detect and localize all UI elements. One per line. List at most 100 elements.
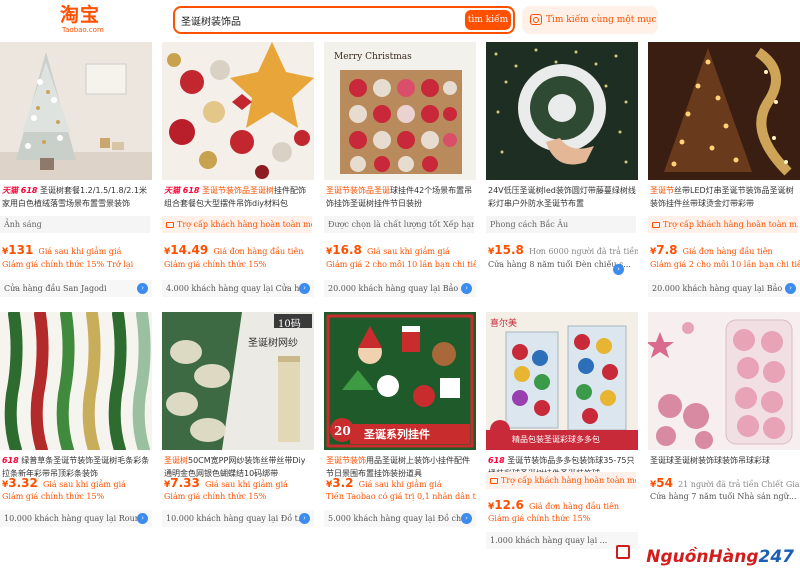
shop-name: 10.000 khách hàng quay lại Rour... <box>4 514 146 523</box>
title-highlight: 圣诞节装饰品圣诞树 <box>202 186 275 195</box>
shop-info[interactable]: Cửa hàng 7 năm tuổi Nhà sản ngữ... <box>650 492 800 506</box>
tmall-618-tag: 天猫 618 <box>164 186 200 195</box>
618-tag: 618 <box>2 456 19 465</box>
shop-link[interactable]: 5.000 khách hàng quay lại Đồ ch... › <box>324 510 476 527</box>
product-image[interactable] <box>648 42 800 180</box>
shop-link[interactable]: 10.000 khách hàng quay lại Rour... › <box>0 510 152 527</box>
promo-text: Giảm giá chính thức 15% <box>164 260 267 269</box>
price-row: ¥15.8 Hơn 6000 người đã trả tiền <box>488 239 638 257</box>
product-badge: Trợ cấp khách hàng hoàn toàn m... <box>648 216 798 233</box>
price-row: ¥12.6 Giá đơn hàng đầu tiên <box>488 494 638 512</box>
price-row: ¥54 21 người đã trả tiền Chiết Giang <box>650 472 800 490</box>
taobao-logo[interactable]: 淘宝 Taobao.com <box>60 4 110 36</box>
product-image[interactable]: 10码 圣诞树网纱 <box>162 312 314 450</box>
promo-text: Giảm giá chính thức 15% <box>2 492 105 501</box>
title-highlight: 圣诞树 <box>164 456 188 465</box>
promo-text: Giảm giá chính thức 15% <box>488 514 591 523</box>
ticket-icon <box>166 222 174 228</box>
product-card[interactable]: 天猫 618 圣诞树套餐1.2/1.5/1.8/2.1米家用白色植绒落雪场景布置… <box>0 42 152 304</box>
product-grid: 天猫 618 圣诞树套餐1.2/1.5/1.8/2.1米家用白色植绒落雪场景布置… <box>0 42 800 571</box>
price-note: Giá sau khi giảm giá <box>38 247 122 256</box>
promo-text: Tiền Taobao có giá trị 0,1 nhân dân tệ <box>326 492 476 501</box>
price: ¥15.8 <box>488 243 524 257</box>
shop-link[interactable]: 4.000 khách hàng quay lại Cửa h... › <box>162 280 314 297</box>
price-row: ¥3.2 Giá sau khi giảm giá <box>326 472 476 490</box>
promo-text: Giảm giá 2 cho mỗi 10 lần bạn chi tiêu <box>326 260 476 269</box>
product-title[interactable]: 天猫 618 圣诞树套餐1.2/1.5/1.8/2.1米家用白色植绒落雪场景布置… <box>2 184 150 210</box>
product-title[interactable]: 24V低压圣诞树led装饰圆灯带藤蔓绿树线彩灯串户外防水圣诞节布置 <box>488 184 636 210</box>
product-card[interactable]: 圣诞节丝带LED灯串圣诞节装饰品圣诞树装饰挂件丝带球烫金灯带彩带 Trợ cấp… <box>648 42 800 304</box>
product-image[interactable] <box>0 42 152 180</box>
product-image[interactable]: 圣诞系列挂件 20 <box>324 312 476 450</box>
image-caption: Merry Christmas <box>334 52 412 62</box>
product-image[interactable] <box>0 312 152 450</box>
price: ¥7.8 <box>650 243 678 257</box>
price: ¥3.2 <box>326 476 354 490</box>
chevron-right-icon: › <box>137 513 148 524</box>
image-search-button[interactable]: Tìm kiếm cùng một mục <box>522 6 658 34</box>
product-image[interactable] <box>648 312 800 450</box>
product-card[interactable]: 喜尔美 精品包装圣诞彩球多多包 618 圣诞节装饰品多多包装饰球35-75只桶装… <box>486 312 638 571</box>
image-search-label: Tìm kiếm cùng một mục <box>546 15 657 25</box>
promo-text: Giảm giá 2 cho mỗi 10 lần bạn chi tiêu <box>650 260 800 269</box>
price: ¥16.8 <box>326 243 362 257</box>
title-highlight: 圣诞节装饰品圣诞 <box>326 186 390 195</box>
price-note: Giá đơn hàng đầu tiên <box>528 502 619 511</box>
image-banner: 圣诞系列挂件 <box>364 428 430 441</box>
product-image[interactable]: Merry Christmas <box>324 42 476 180</box>
price-row: ¥7.8 Giá đơn hàng đầu tiên <box>650 239 800 257</box>
price-row: ¥3.32 Giá sau khi giảm giá <box>2 472 152 490</box>
shop-name: 5.000 khách hàng quay lại Đồ ch... <box>328 514 469 523</box>
shop-link[interactable]: 20.000 khách hàng quay lại Bảo ... › <box>324 280 476 297</box>
product-title[interactable]: 天猫 618 圣诞节装饰品圣诞树挂件配饰组合套餐包大型摆件吊饰diy材料包 <box>164 184 312 210</box>
image-count: 20 <box>334 424 351 438</box>
product-title[interactable]: 圣诞节丝带LED灯串圣诞节装饰品圣诞树装饰挂件丝带球烫金灯带彩带 <box>650 184 798 210</box>
product-badge: Phong cách Bắc Âu <box>486 216 636 233</box>
tmall-618-tag: 天猫 618 <box>2 186 38 195</box>
shop-link[interactable]: 10.000 khách hàng quay lại Đồ t... › <box>162 510 314 527</box>
shop-link[interactable]: Cửa hàng đầu San Jagodi › <box>0 280 152 297</box>
image-bottom-text: 精品包装圣诞彩球多多包 <box>512 435 600 444</box>
search-button[interactable]: tìm kiếm <box>465 10 511 30</box>
product-image[interactable]: 喜尔美 精品包装圣诞彩球多多包 <box>486 312 638 450</box>
product-card[interactable]: 圣诞球圣诞树装饰球装饰吊球彩球 ¥54 21 người đã trả tiền… <box>648 312 800 571</box>
price-row: ¥16.8 Giá sau khi giảm giá <box>326 239 476 257</box>
product-card[interactable]: 618 绿普草条圣诞节装饰圣诞树毛条彩条拉条新年彩带吊顶彩条装饰 ¥3.32 G… <box>0 312 152 571</box>
product-card[interactable]: 圣诞系列挂件 20 圣诞节装饰用品圣诞树上装饰小挂件配件节日景围布置挂饰装扮道具… <box>324 312 476 571</box>
product-image[interactable] <box>162 42 314 180</box>
shop-name: 20.000 khách hàng quay lại Bảo ... <box>652 284 793 293</box>
price-row: ¥7.33 Giá sau khi giảm giá <box>164 472 314 490</box>
chevron-right-icon: › <box>137 283 148 294</box>
price-note: Giá sau khi giảm giá <box>204 480 288 489</box>
chevron-right-icon[interactable]: › <box>613 264 624 275</box>
product-badge: Trợ cấp khách hàng hoàn toàn mới <box>162 216 312 233</box>
product-title[interactable]: 圣诞节装饰品圣诞球挂件42个场景布置吊饰挂饰圣诞树挂件节日装扮 <box>326 184 474 210</box>
price-note: Giá sau khi giảm giá <box>366 247 450 256</box>
product-card[interactable]: 天猫 618 圣诞节装饰品圣诞树挂件配饰组合套餐包大型摆件吊饰diy材料包 Tr… <box>162 42 314 304</box>
chevron-right-icon: › <box>461 513 472 524</box>
shop-name: 1.000 khách hàng quay lại ... <box>490 536 608 545</box>
product-image[interactable] <box>486 42 638 180</box>
product-card[interactable]: Merry Christmas 圣诞节装饰品圣诞球挂件42个场景布置吊饰挂饰圣诞… <box>324 42 476 304</box>
promo-text: Giảm giá chính thức 15% Trở lại <box>2 260 134 269</box>
shop-name: 4.000 khách hàng quay lại Cửa h... <box>166 284 308 293</box>
shop-link[interactable]: 20.000 khách hàng quay lại Bảo ... › <box>648 280 800 297</box>
product-badge: Được chọn là chất lượng tốt Xếp hạng <box>324 216 474 233</box>
chevron-right-icon: › <box>299 513 310 524</box>
product-card[interactable]: 24V低压圣诞树led装饰圆灯带藤蔓绿树线彩灯串户外防水圣诞节布置 Phong … <box>486 42 638 304</box>
price-note: Giá sau khi giảm giá <box>358 480 442 489</box>
price: ¥14.49 <box>164 243 209 257</box>
price: ¥7.33 <box>164 476 200 490</box>
search-input[interactable] <box>181 10 461 30</box>
watermark: NguồnHàng247 <box>646 547 794 567</box>
image-tag: 10码 <box>278 319 301 330</box>
sales-count: 21 người đã trả tiền Chiết Giang <box>678 480 800 489</box>
price: ¥131 <box>2 243 34 257</box>
product-card[interactable]: 10码 圣诞树网纱 圣诞树50CM宽PP网纱装饰丝带丝带Diy通明金色网银色蝴蝶… <box>162 312 314 571</box>
top-header: 淘宝 Taobao.com tìm kiếm Tìm kiếm cùng một… <box>0 0 800 40</box>
ticket-icon <box>490 478 498 484</box>
price-note: Giá đơn hàng đầu tiên <box>213 247 304 256</box>
image-title: 圣诞树网纱 <box>248 338 298 349</box>
image-brand: 喜尔美 <box>490 319 518 329</box>
ticket-icon <box>652 222 660 228</box>
